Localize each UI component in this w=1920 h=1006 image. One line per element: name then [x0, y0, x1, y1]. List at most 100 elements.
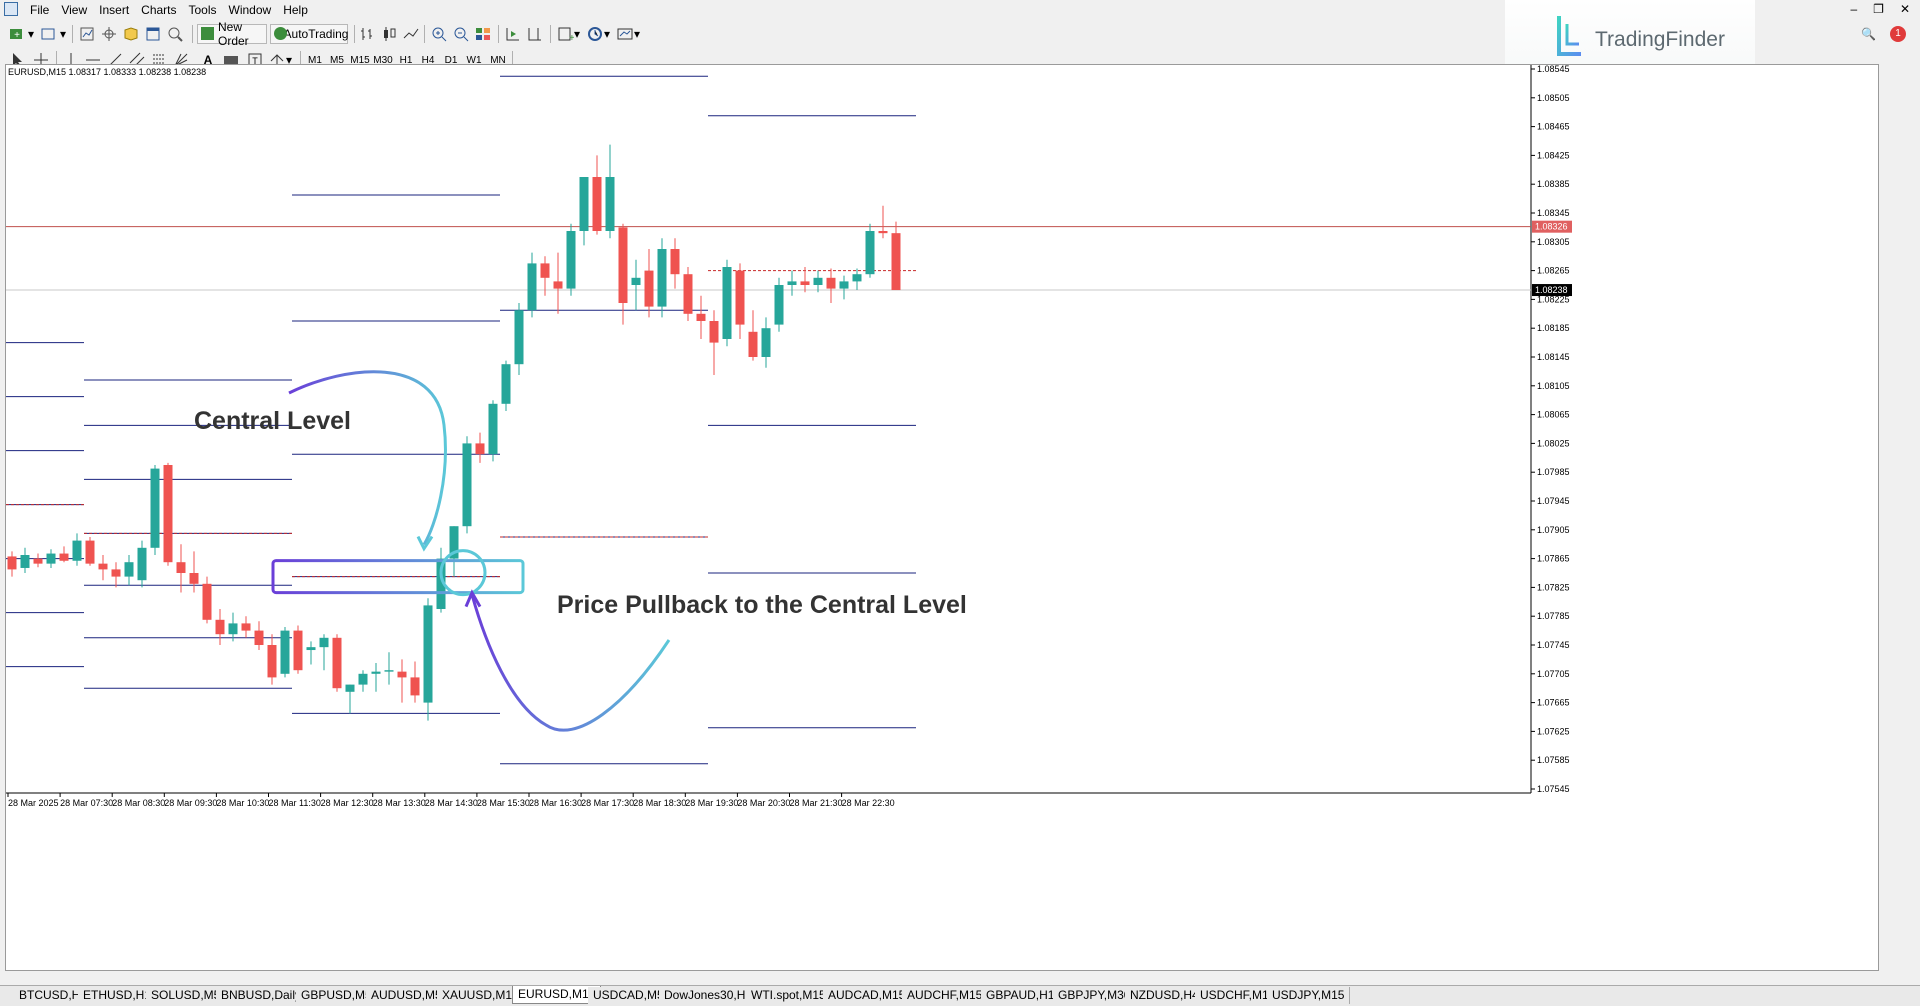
candle — [826, 268, 836, 303]
tab-usdjpy-m15[interactable]: USDJPY,M15 — [1267, 987, 1351, 1004]
candle — [410, 661, 420, 703]
svg-text:+: + — [14, 30, 20, 41]
candle-body — [592, 177, 602, 231]
chevron-down-icon[interactable]: ▾ — [604, 25, 610, 43]
tab-gbpjpy-m30[interactable]: GBPJPY,M30 — [1053, 987, 1137, 1004]
candle — [878, 205, 888, 239]
toolbar-separator — [498, 25, 499, 43]
candle-body — [20, 555, 30, 568]
candle — [696, 295, 706, 339]
indicators-icon[interactable]: + — [556, 25, 574, 43]
chart-shift-icon[interactable] — [526, 25, 544, 43]
toolbar-separator — [72, 25, 73, 43]
candle-body — [501, 364, 511, 404]
candle — [267, 634, 277, 685]
candle-body — [865, 231, 875, 275]
periods-icon[interactable] — [586, 25, 604, 43]
data-window-icon[interactable] — [100, 25, 118, 43]
candle-body — [228, 623, 238, 635]
candle — [137, 540, 147, 588]
chevron-down-icon[interactable]: ▾ — [28, 25, 34, 43]
price-label: 1.08465 — [1537, 122, 1570, 132]
search-icon[interactable]: 🔍 — [1861, 27, 1876, 41]
price-label: 1.07585 — [1537, 755, 1570, 765]
chevron-down-icon[interactable]: ▾ — [634, 25, 640, 43]
tradingfinder-logo-icon — [1557, 16, 1581, 56]
candle — [852, 268, 862, 291]
candle-body — [722, 267, 732, 339]
candlestick-chart-icon[interactable] — [380, 25, 398, 43]
terminal-icon[interactable] — [144, 25, 162, 43]
tab-solusd-m5[interactable]: SOLUSD,M5 — [146, 987, 227, 1004]
tab-bnbusd-daily[interactable]: BNBUSD,Daily — [216, 987, 308, 1004]
menu-file[interactable]: File — [28, 3, 59, 17]
candle — [761, 317, 771, 368]
candle-body — [748, 331, 758, 357]
zoom-in-icon[interactable] — [430, 25, 448, 43]
notification-badge[interactable]: 1 — [1890, 26, 1906, 42]
market-watch-icon[interactable] — [78, 25, 96, 43]
menu-help[interactable]: Help — [281, 3, 318, 17]
zoom-out-icon[interactable] — [452, 25, 470, 43]
new-order-button[interactable]: New Order — [197, 20, 267, 48]
menu-window[interactable]: Window — [227, 3, 282, 17]
candle-body — [527, 263, 537, 311]
candle — [735, 263, 745, 339]
chevron-down-icon[interactable]: ▾ — [60, 25, 66, 43]
menu-view[interactable]: View — [59, 3, 97, 17]
restore-icon[interactable]: ❐ — [1873, 2, 1884, 16]
tab-audchf-m15[interactable]: AUDCHF,M15 — [902, 987, 989, 1004]
candle — [813, 270, 823, 293]
candle — [423, 598, 433, 721]
chart-window[interactable]: 1.08545 1.08505 1.08465 1.08425 1.08385 1.083… — [5, 64, 1879, 971]
tab-gbpaud-h1[interactable]: GBPAUD,H1 — [981, 987, 1061, 1004]
tab-usdcad-m5[interactable]: USDCAD,M5 — [588, 987, 670, 1004]
pullback-annotation: Price Pullback to the Central Level — [557, 591, 967, 619]
candle-body — [124, 562, 134, 577]
new-chart-icon[interactable]: + — [8, 25, 26, 43]
minimize-icon[interactable]: – — [1850, 2, 1857, 16]
price-label: 1.07985 — [1537, 467, 1570, 477]
templates-icon[interactable] — [616, 25, 634, 43]
menu-insert[interactable]: Insert — [97, 3, 139, 17]
candle — [501, 360, 511, 411]
menu-tools[interactable]: Tools — [187, 3, 227, 17]
candle-body — [397, 671, 407, 678]
time-label: 28 Mar 11:30 — [269, 798, 321, 808]
profiles-icon[interactable] — [40, 25, 58, 43]
candle-body — [267, 645, 277, 678]
time-label: 28 Mar 22:30 — [842, 798, 895, 808]
price-label: 1.08425 — [1537, 150, 1570, 160]
tile-windows-icon[interactable] — [474, 25, 492, 43]
candle-body — [345, 684, 355, 692]
time-label: 28 Mar 20:30 — [737, 798, 790, 808]
chevron-down-icon[interactable]: ▾ — [574, 25, 580, 43]
auto-scroll-icon[interactable] — [504, 25, 522, 43]
tab-dowjones30-h1[interactable]: DowJones30,H1 — [659, 987, 759, 1004]
candle-body — [46, 553, 56, 564]
candle-body — [878, 231, 888, 234]
tab-wti-spot-m15[interactable]: WTI.spot,M15 — [746, 987, 832, 1004]
candle — [72, 533, 82, 566]
strategy-tester-icon[interactable] — [166, 25, 184, 43]
menu-charts[interactable]: Charts — [139, 3, 186, 17]
candle — [384, 652, 394, 685]
candle-body — [761, 328, 771, 357]
navigator-icon[interactable] — [122, 25, 140, 43]
autotrading-button[interactable]: AutoTrading — [270, 24, 348, 44]
candle-body — [410, 677, 420, 696]
candle — [553, 252, 563, 314]
close-icon[interactable]: ✕ — [1900, 2, 1910, 16]
tab-audcad-m15[interactable]: AUDCAD,M15 — [823, 987, 912, 1004]
autotrading-label: AutoTrading — [283, 27, 349, 41]
candle — [85, 537, 95, 566]
tab-audusd-m5[interactable]: AUDUSD,M5 — [366, 987, 448, 1004]
bar-chart-icon[interactable] — [358, 25, 376, 43]
price-chart[interactable]: 1.08545 1.08505 1.08465 1.08425 1.08385 1.083… — [6, 65, 1878, 970]
candle — [488, 400, 498, 462]
line-chart-icon[interactable] — [402, 25, 420, 43]
candle-body — [332, 637, 342, 689]
candle — [787, 270, 797, 296]
tab-nzdusd-h4[interactable]: NZDUSD,H4 — [1125, 987, 1205, 1004]
new-order-label: New Order — [218, 20, 249, 48]
